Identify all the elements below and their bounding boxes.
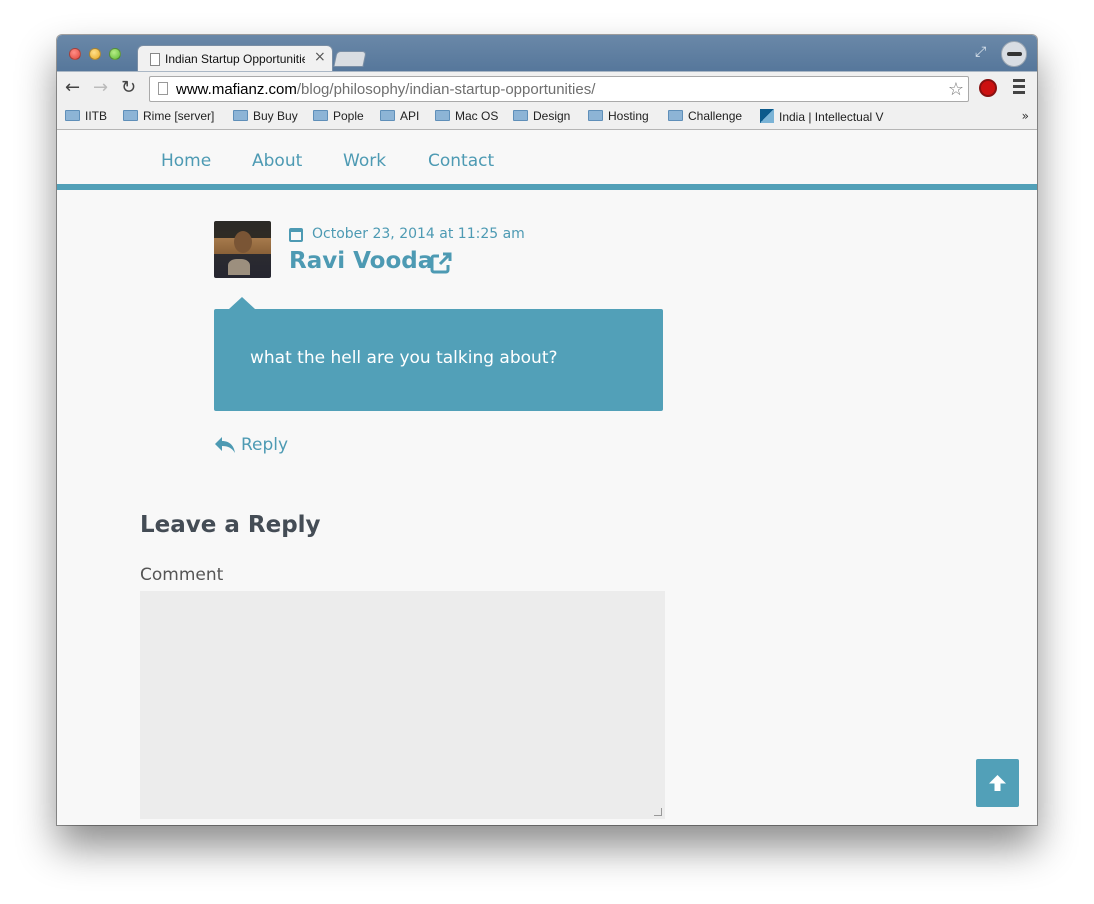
bookmark-label: Hosting [608, 109, 649, 123]
bookmark-item[interactable]: API [380, 109, 419, 127]
folder-icon [313, 110, 328, 121]
menu-icon[interactable] [1013, 79, 1025, 97]
tab-title: Indian Startup Opportunities [165, 52, 305, 66]
folder-icon [380, 110, 395, 121]
new-tab-button[interactable] [333, 51, 367, 67]
bookmark-label: Pople [333, 109, 364, 123]
comment-date[interactable]: October 23, 2014 at 11:25 am [312, 226, 525, 242]
zoom-window-button[interactable] [109, 48, 121, 60]
bookmark-label: API [400, 109, 420, 123]
folder-icon [65, 110, 80, 121]
nav-home-link[interactable]: Home [161, 151, 211, 171]
site-navigation: Home About Work Contact [57, 131, 1037, 190]
resize-handle-icon[interactable] [654, 808, 662, 816]
active-tab[interactable]: Indian Startup Opportunities × [137, 45, 333, 72]
close-window-button[interactable] [69, 48, 81, 60]
folder-icon [668, 110, 683, 121]
folder-icon [513, 110, 528, 121]
reply-form-heading: Leave a Reply [140, 512, 321, 538]
minimize-window-button[interactable] [89, 48, 101, 60]
profile-avatar-icon[interactable] [1001, 41, 1027, 67]
comment-body: what the hell are you talking about? [214, 297, 663, 411]
nav-about-link[interactable]: About [252, 151, 302, 171]
avatar [214, 221, 271, 278]
page-icon [150, 53, 160, 66]
bookmark-item[interactable]: Mac OS [435, 109, 498, 127]
tab-strip: Indian Startup Opportunities × ⤢ [57, 35, 1037, 72]
browser-window: Indian Startup Opportunities × ⤢ ← → ↻ w… [57, 35, 1037, 825]
bookmark-item[interactable]: Buy Buy [233, 109, 298, 127]
bookmark-item[interactable]: IITB [65, 109, 107, 127]
bookmark-item[interactable]: India | Intellectual V [760, 109, 900, 127]
folder-icon [435, 110, 450, 121]
reply-link[interactable]: Reply [241, 435, 288, 455]
page-icon [158, 82, 168, 95]
address-bar[interactable]: www.mafianz.com/blog/philosophy/indian-s… [149, 76, 969, 102]
url-host: www.mafianz.com [176, 81, 297, 98]
external-link-icon[interactable] [429, 251, 453, 275]
site-icon [760, 109, 774, 123]
bookmark-label: Rime [server] [143, 109, 215, 123]
bookmark-label: IITB [85, 109, 108, 123]
bookmarks-bar: IITB Rime [server] Buy Buy Pople API Mac… [57, 105, 1037, 130]
bookmark-label: Mac OS [455, 109, 499, 123]
comment-text: what the hell are you talking about? [250, 348, 558, 368]
bookmark-item[interactable]: Hosting [588, 109, 649, 127]
comment-author-link[interactable]: Ravi Vooda [289, 248, 433, 274]
page-content: Home About Work Contact October 23, 2014… [57, 131, 1037, 825]
forward-button[interactable]: → [93, 78, 108, 98]
url-path: /blog/philosophy/indian-startup-opportun… [296, 81, 596, 98]
bookmark-label: Challenge [688, 109, 743, 123]
bookmark-item[interactable]: Pople [313, 109, 364, 127]
folder-icon [123, 110, 138, 121]
folder-icon [233, 110, 248, 121]
tab-close-icon[interactable]: × [314, 49, 326, 65]
comment-field-label: Comment [140, 565, 224, 585]
bookmark-label: India | Intellectual V [779, 110, 884, 124]
arrow-up-icon [989, 775, 1006, 791]
bookmark-item[interactable]: Challenge [668, 109, 742, 127]
nav-work-link[interactable]: Work [343, 151, 386, 171]
reply-icon[interactable] [214, 436, 236, 454]
back-to-top-button[interactable] [976, 759, 1019, 807]
back-button[interactable]: ← [65, 78, 80, 98]
bookmark-label: Design [533, 109, 571, 123]
extension-icon[interactable] [979, 79, 997, 97]
bookmark-item[interactable]: Rime [server] [123, 109, 214, 127]
browser-toolbar: ← → ↻ www.mafianz.com/blog/philosophy/in… [57, 71, 1037, 105]
folder-icon [588, 110, 603, 121]
bookmarks-overflow-button[interactable]: » [1022, 109, 1029, 123]
calendar-icon [289, 228, 303, 242]
fullscreen-icon[interactable]: ⤢ [975, 44, 986, 60]
bookmark-item[interactable]: Design [513, 109, 570, 127]
reload-button[interactable]: ↻ [121, 78, 136, 98]
star-icon[interactable]: ☆ [948, 79, 964, 100]
url-text[interactable]: www.mafianz.com/blog/philosophy/indian-s… [176, 81, 595, 98]
comment-textarea[interactable] [140, 591, 665, 819]
nav-contact-link[interactable]: Contact [428, 151, 494, 171]
bookmark-label: Buy Buy [253, 109, 298, 123]
